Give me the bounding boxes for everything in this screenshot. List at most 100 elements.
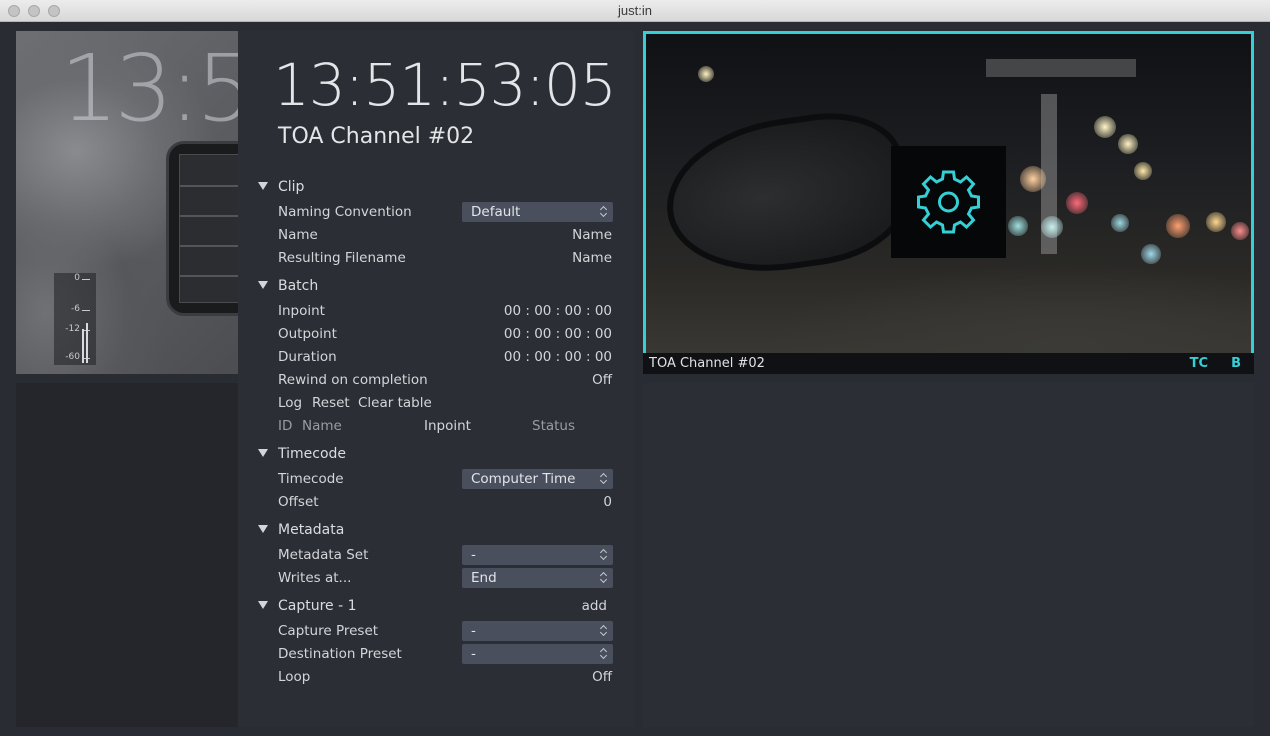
writes-at-value: End bbox=[471, 570, 497, 586]
audio-level-meter: 0 -6 -12 -60 bbox=[54, 273, 96, 365]
metadata-set-row: Metadata Set - bbox=[238, 545, 634, 565]
clear-table-button[interactable]: Clear table bbox=[358, 395, 432, 411]
meter-label-0: 0 bbox=[74, 273, 80, 283]
resulting-filename-label: Resulting Filename bbox=[278, 250, 406, 266]
outpoint-label: Outpoint bbox=[278, 326, 337, 342]
metadata-set-select[interactable]: - bbox=[462, 545, 613, 565]
duration-row: Duration 00 : 00 : 00 : 00 bbox=[238, 347, 634, 367]
loop-toggle[interactable]: Off bbox=[592, 669, 612, 685]
writes-at-select[interactable]: End bbox=[462, 568, 613, 588]
timecode-display: 13:51:53:05 bbox=[273, 51, 617, 119]
column-id[interactable]: ID bbox=[278, 418, 292, 434]
timecode-row: Timecode Computer Time bbox=[238, 469, 634, 489]
inpoint-field[interactable]: 00 : 00 : 00 : 00 bbox=[504, 303, 612, 319]
capture-preset-value: - bbox=[471, 623, 476, 639]
section-metadata-label: Metadata bbox=[278, 522, 345, 538]
naming-convention-label: Naming Convention bbox=[278, 204, 412, 220]
section-batch[interactable]: Batch bbox=[238, 276, 634, 296]
chevron-updown-icon bbox=[600, 647, 608, 661]
video-footer-bar: TOA Channel #02 TC B bbox=[643, 353, 1254, 374]
rewind-toggle[interactable]: Off bbox=[592, 372, 612, 388]
section-clip[interactable]: Clip bbox=[238, 177, 634, 197]
name-row: Name Name bbox=[238, 225, 634, 245]
chevron-updown-icon bbox=[600, 205, 608, 219]
metadata-set-value: - bbox=[471, 547, 476, 563]
timecode-source-value: Computer Time bbox=[471, 471, 576, 487]
loop-label: Loop bbox=[278, 669, 311, 685]
inpoint-row: Inpoint 00 : 00 : 00 : 00 bbox=[238, 301, 634, 321]
name-field[interactable]: Name bbox=[572, 227, 612, 243]
chevron-updown-icon bbox=[600, 472, 608, 486]
inspector-panel: 13:51:53:05 TOA Channel #02 Clip Naming … bbox=[238, 31, 634, 727]
column-name[interactable]: Name bbox=[302, 418, 342, 434]
tc-toggle[interactable]: TC bbox=[1190, 356, 1208, 371]
column-inpoint[interactable]: Inpoint bbox=[424, 418, 471, 434]
destination-preset-label: Destination Preset bbox=[278, 646, 402, 662]
column-status[interactable]: Status bbox=[532, 418, 575, 434]
destination-preset-row: Destination Preset - bbox=[238, 644, 634, 664]
destination-preset-select[interactable]: - bbox=[462, 644, 613, 664]
disclosure-triangle-icon[interactable] bbox=[258, 182, 268, 190]
section-capture[interactable]: Capture - 1 add bbox=[238, 596, 634, 616]
writes-at-label: Writes at... bbox=[278, 570, 352, 586]
duration-label: Duration bbox=[278, 349, 337, 365]
meter-label-60: -60 bbox=[65, 352, 80, 362]
disclosure-triangle-icon[interactable] bbox=[258, 449, 268, 457]
meter-bar-right bbox=[86, 323, 88, 363]
loop-row: Loop Off bbox=[238, 667, 634, 687]
section-metadata[interactable]: Metadata bbox=[238, 520, 634, 540]
channel-title: TOA Channel #02 bbox=[278, 124, 475, 149]
offset-row: Offset 0 bbox=[238, 492, 634, 512]
section-timecode-label: Timecode bbox=[278, 446, 347, 462]
section-capture-label: Capture - 1 bbox=[278, 598, 357, 614]
rewind-row: Rewind on completion Off bbox=[238, 370, 634, 390]
street-sign bbox=[986, 59, 1136, 77]
timecode-source-select[interactable]: Computer Time bbox=[462, 469, 613, 489]
outpoint-row: Outpoint 00 : 00 : 00 : 00 bbox=[238, 324, 634, 344]
section-batch-label: Batch bbox=[278, 278, 319, 294]
offset-label: Offset bbox=[278, 494, 319, 510]
capture-preset-select[interactable]: - bbox=[462, 621, 613, 641]
offset-field[interactable]: 0 bbox=[603, 494, 612, 510]
timecode-label: Timecode bbox=[278, 471, 344, 487]
source-preview-thumbnail[interactable]: 13:5 0 -6 -12 -60 bbox=[16, 31, 238, 374]
chevron-updown-icon bbox=[600, 624, 608, 638]
reset-button[interactable]: Reset bbox=[312, 395, 350, 411]
metadata-set-label: Metadata Set bbox=[278, 547, 369, 563]
phone-image bbox=[166, 141, 238, 316]
naming-convention-select[interactable]: Default bbox=[462, 202, 613, 222]
disclosure-triangle-icon[interactable] bbox=[258, 601, 268, 609]
meter-bar-left bbox=[82, 329, 84, 363]
batch-actions: Log Reset Clear table bbox=[238, 393, 634, 413]
resulting-filename-row: Resulting Filename Name bbox=[238, 248, 634, 268]
disclosure-triangle-icon[interactable] bbox=[258, 525, 268, 533]
preview-timecode-overlay: 13:5 bbox=[60, 35, 238, 142]
meter-label-6: -6 bbox=[71, 304, 80, 314]
side-mirror bbox=[656, 103, 916, 285]
section-timecode[interactable]: Timecode bbox=[238, 444, 634, 464]
resulting-filename-value: Name bbox=[572, 250, 612, 266]
b-toggle[interactable]: B bbox=[1231, 356, 1241, 371]
chevron-updown-icon bbox=[600, 571, 608, 585]
inpoint-label: Inpoint bbox=[278, 303, 325, 319]
window-titlebar: just:in bbox=[0, 0, 1270, 22]
meter-label-12: -12 bbox=[65, 324, 80, 334]
add-capture-button[interactable]: add bbox=[582, 598, 607, 614]
name-label: Name bbox=[278, 227, 318, 243]
video-settings-button[interactable] bbox=[891, 146, 1006, 258]
gear-icon bbox=[917, 170, 980, 234]
outpoint-field[interactable]: 00 : 00 : 00 : 00 bbox=[504, 326, 612, 342]
capture-preset-row: Capture Preset - bbox=[238, 621, 634, 641]
left-lower-panel bbox=[16, 383, 238, 727]
log-button[interactable]: Log bbox=[278, 395, 302, 411]
window-title: just:in bbox=[618, 3, 652, 18]
batch-table-header: ID Name Inpoint Status bbox=[238, 416, 634, 436]
capture-preset-label: Capture Preset bbox=[278, 623, 379, 639]
destination-preset-value: - bbox=[471, 646, 476, 662]
disclosure-triangle-icon[interactable] bbox=[258, 281, 268, 289]
naming-convention-row: Naming Convention Default bbox=[238, 202, 634, 222]
right-lower-panel bbox=[643, 383, 1254, 727]
duration-field[interactable]: 00 : 00 : 00 : 00 bbox=[504, 349, 612, 365]
writes-at-row: Writes at... End bbox=[238, 568, 634, 588]
rewind-label: Rewind on completion bbox=[278, 372, 428, 388]
